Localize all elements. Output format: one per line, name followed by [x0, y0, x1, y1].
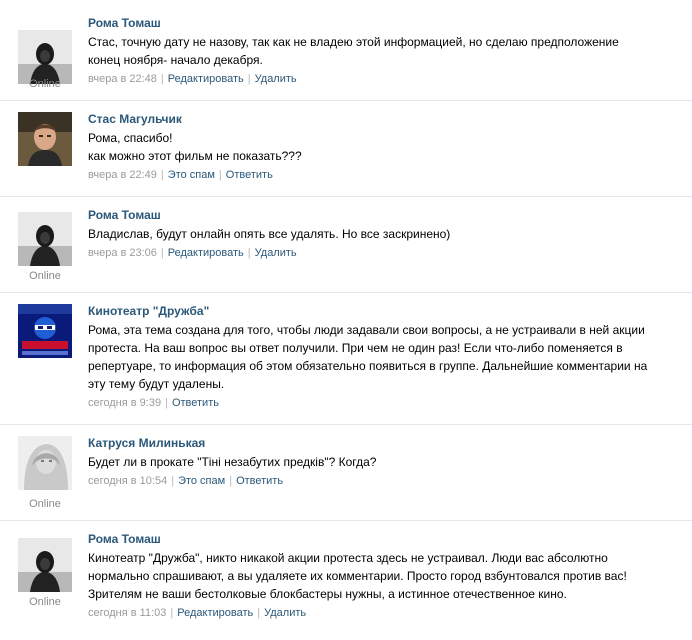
- avatar[interactable]: [18, 304, 72, 358]
- text-line: Рома, эта тема создана для того, чтобы л…: [88, 323, 645, 337]
- author-name[interactable]: Рома Томаш: [88, 15, 678, 31]
- online-status: Online: [29, 498, 61, 510]
- reply-link[interactable]: Ответить: [172, 397, 219, 409]
- delete-link[interactable]: Удалить: [255, 247, 297, 259]
- avatar[interactable]: [18, 538, 72, 592]
- cinema-logo-icon: [18, 304, 72, 358]
- delete-link[interactable]: Удалить: [264, 607, 306, 619]
- author-name[interactable]: Рома Томаш: [88, 531, 678, 547]
- online-status: Online: [29, 78, 61, 90]
- comment-text: Будет ли в прокате "Тіні незабутих предк…: [88, 453, 678, 471]
- text-line: Кинотеатр "Дружба", никто никакой акции …: [88, 551, 608, 565]
- comment-text: Стас, точную дату не назову, так как не …: [88, 33, 678, 69]
- comment-meta: сегодня в 11:03 | Редактировать | Удалить: [88, 607, 307, 619]
- comment-post: Online Рома Томаш Владислав, будут онлай…: [0, 196, 692, 293]
- comment-post: Online Рома Томаш Стас, точную дату не н…: [0, 8, 692, 101]
- author-name[interactable]: Стас Магульчик: [88, 111, 678, 127]
- author-name[interactable]: Рома Томаш: [88, 207, 678, 223]
- dark-hooded-person-icon: [18, 30, 72, 84]
- delete-link[interactable]: Удалить: [255, 73, 297, 85]
- text-line: эту тему будут удалены.: [88, 377, 225, 391]
- young-man-photo-icon: [18, 112, 72, 166]
- edit-link[interactable]: Редактировать: [168, 73, 244, 85]
- author-name[interactable]: Катруся Милинькая: [88, 435, 678, 451]
- text-line: Стас, точную дату не назову, так как не …: [88, 35, 619, 49]
- text-line: Будет ли в прокате "Тіні незабутих предк…: [88, 455, 377, 469]
- online-status: Online: [29, 596, 61, 608]
- timestamp: сегодня в 11:03: [88, 607, 167, 619]
- comment-post: Online Катруся Милинькая Будет ли в прок…: [0, 424, 692, 521]
- online-status: Online: [29, 270, 61, 282]
- comment-meta: сегодня в 10:54 | Это спам | Ответить: [88, 475, 284, 487]
- comment-text: Кинотеатр "Дружба", никто никакой акции …: [88, 549, 678, 603]
- text-line: Зрителям не ваши бестолковые блокбастеры…: [88, 587, 567, 601]
- edit-link[interactable]: Редактировать: [168, 247, 244, 259]
- timestamp: сегодня в 9:39: [88, 397, 162, 409]
- text-line: протеста. На ваш вопрос вы ответ получил…: [88, 341, 623, 355]
- comment-meta: вчера в 23:06 | Редактировать | Удалить: [88, 247, 297, 259]
- dark-hooded-person-icon: [18, 212, 72, 266]
- edit-link[interactable]: Редактировать: [177, 607, 253, 619]
- dark-hooded-person-icon: [18, 538, 72, 592]
- spam-link[interactable]: Это спам: [178, 475, 225, 487]
- timestamp: сегодня в 10:54: [88, 475, 168, 487]
- comment-meta: вчера в 22:49 | Это спам | Ответить: [88, 169, 273, 181]
- comment-meta: вчера в 22:48 | Редактировать | Удалить: [88, 73, 297, 85]
- reply-link[interactable]: Ответить: [236, 475, 283, 487]
- comment-text: Владислав, будут онлайн опять все удалят…: [88, 225, 678, 243]
- avatar[interactable]: [18, 436, 72, 490]
- text-line: репертуаре, то информация об этом обязат…: [88, 359, 648, 373]
- text-line: нормально спрашивают, а вы удаляете их к…: [88, 569, 627, 583]
- comment-text: Рома, спасибо! как можно этот фильм не п…: [88, 129, 678, 165]
- author-name[interactable]: Кинотеатр "Дружба": [88, 303, 678, 319]
- woman-photo-icon: [18, 436, 72, 490]
- comment-post: Online Рома Томаш Кинотеатр "Дружба", ни…: [0, 520, 692, 638]
- spam-link[interactable]: Это спам: [168, 169, 215, 181]
- text-line: как можно этот фильм не показать???: [88, 149, 302, 163]
- text-line: конец ноября- начало декабря.: [88, 53, 263, 67]
- text-line: Владислав, будут онлайн опять все удалят…: [88, 227, 451, 241]
- comment-meta: сегодня в 9:39 | Ответить: [88, 397, 219, 409]
- timestamp: вчера в 22:49: [88, 169, 157, 181]
- comment-post: Стас Магульчик Рома, спасибо! как можно …: [0, 100, 692, 197]
- avatar[interactable]: [18, 212, 72, 266]
- timestamp: вчера в 22:48: [88, 73, 157, 85]
- timestamp: вчера в 23:06: [88, 247, 157, 259]
- reply-link[interactable]: Ответить: [226, 169, 273, 181]
- text-line: Рома, спасибо!: [88, 131, 173, 145]
- comment-text: Рома, эта тема создана для того, чтобы л…: [88, 321, 678, 393]
- avatar[interactable]: [18, 112, 72, 166]
- avatar[interactable]: [18, 30, 72, 84]
- comment-post: Кинотеатр "Дружба" Рома, эта тема создан…: [0, 292, 692, 425]
